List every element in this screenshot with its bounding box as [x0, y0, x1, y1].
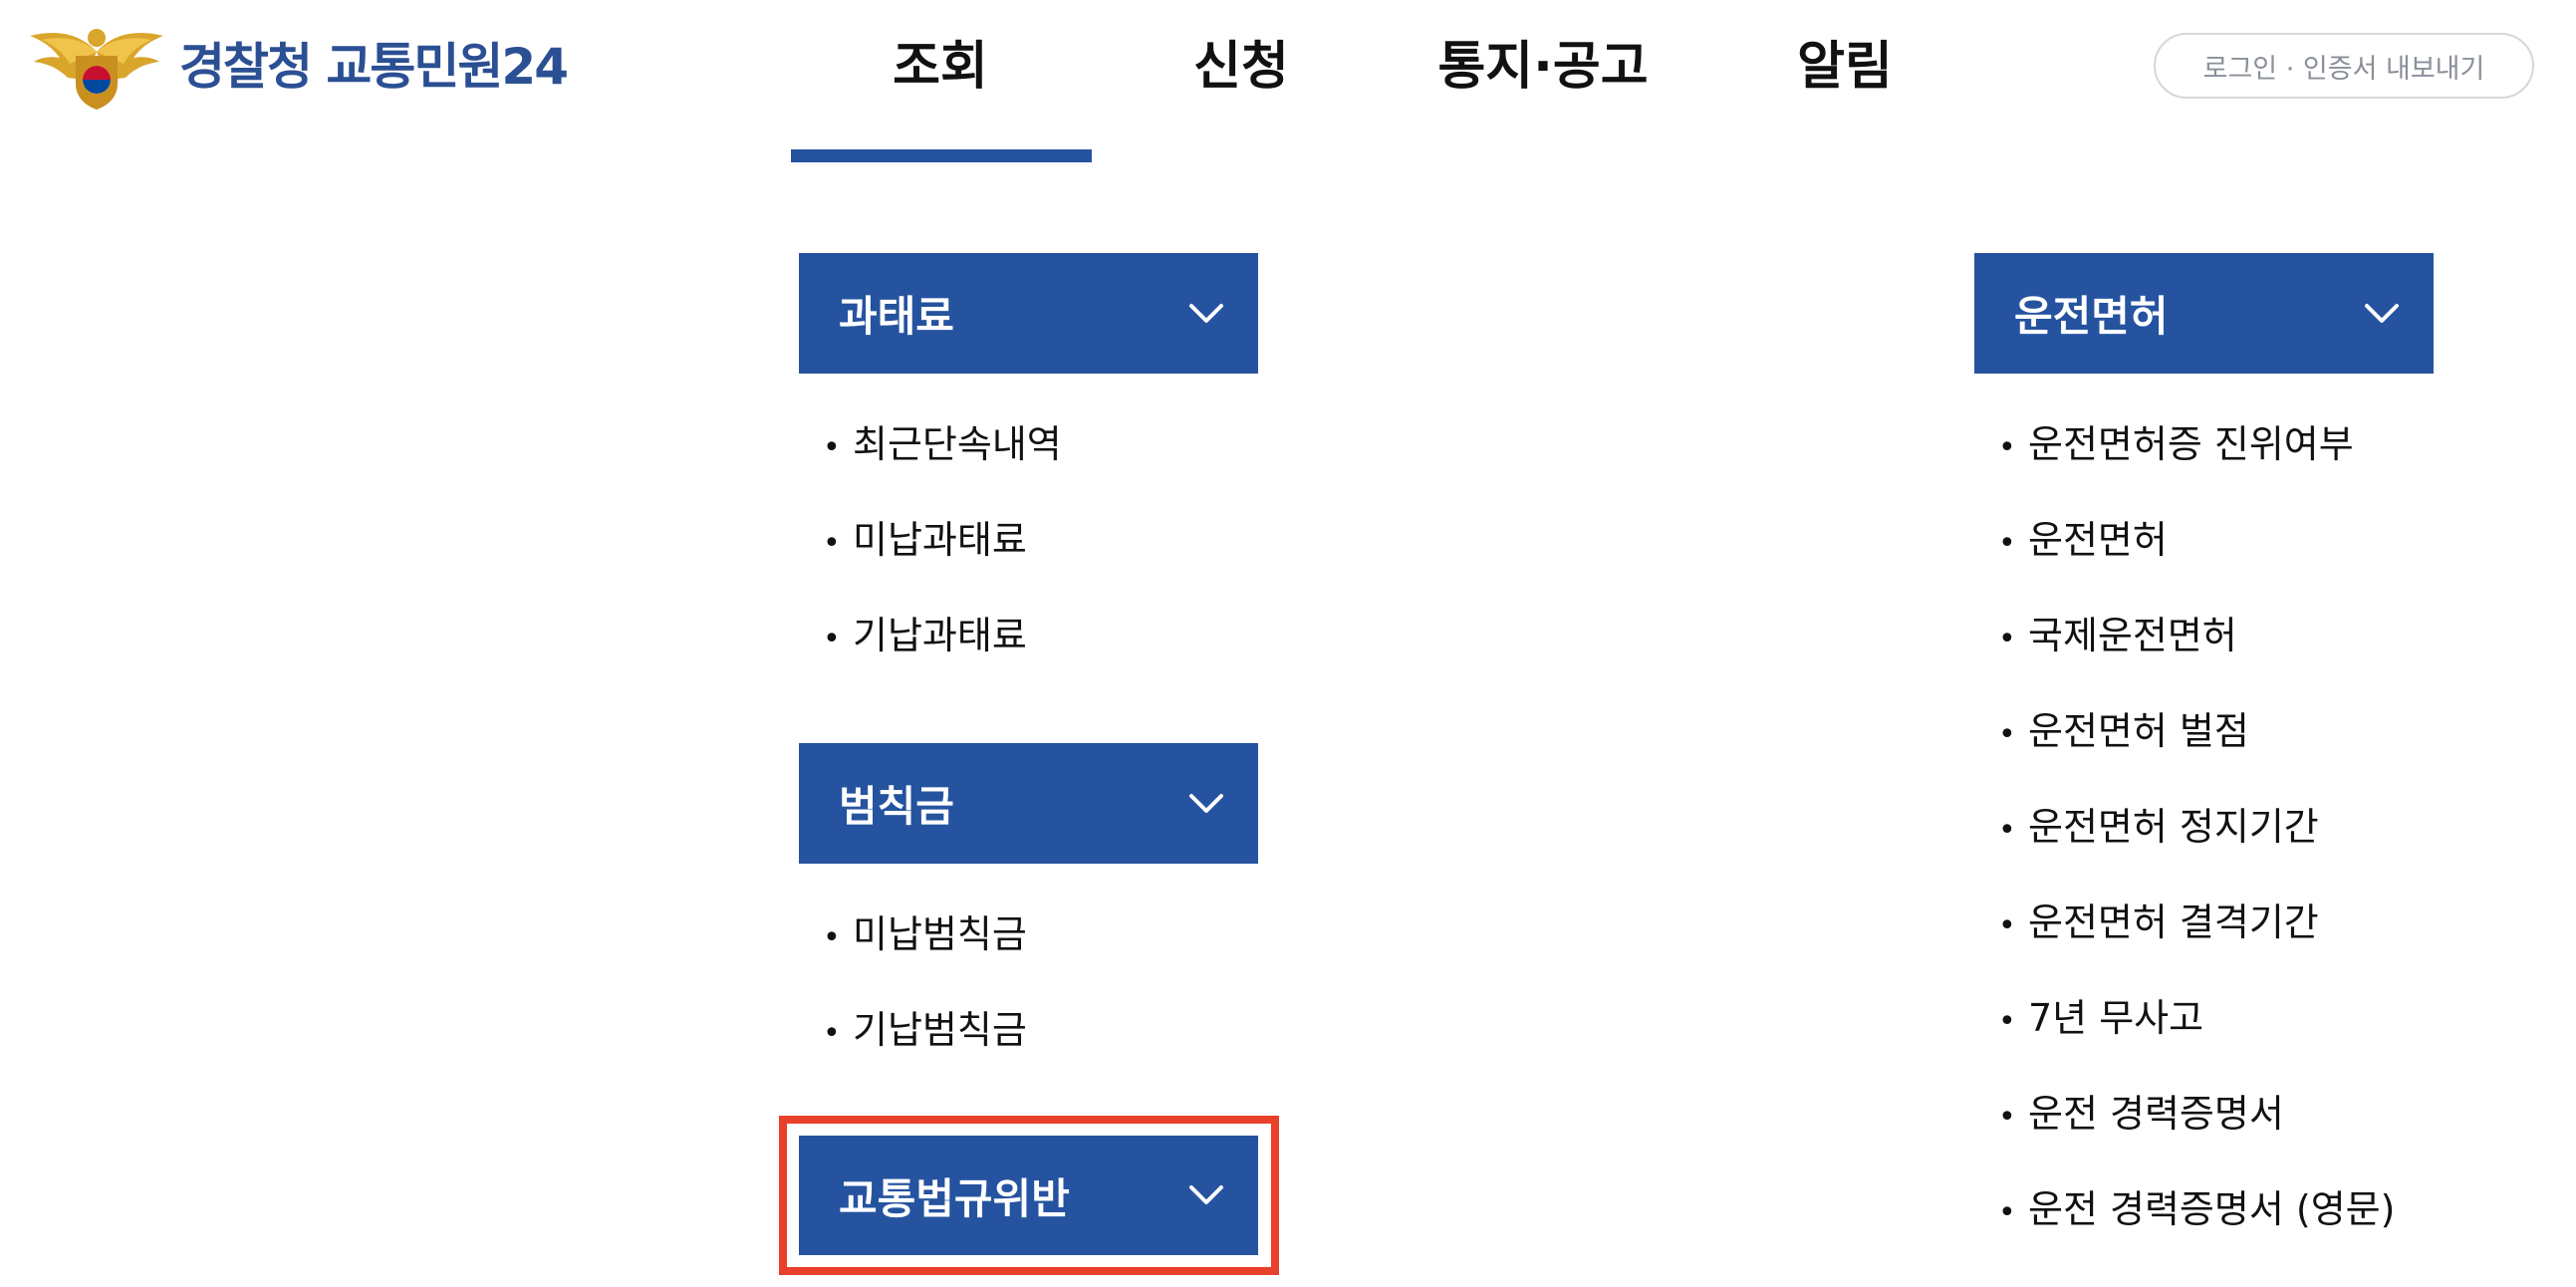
menu-header-label: 과태료 — [839, 292, 954, 341]
bullet: • — [823, 920, 841, 955]
bullet: • — [1998, 1195, 2016, 1230]
list-item-label: 운전면허 — [2028, 518, 2168, 562]
chevron-down-icon — [1189, 793, 1223, 813]
bullet: • — [1998, 430, 2016, 465]
bullet: • — [1998, 1100, 2016, 1135]
list-item[interactable]: • 운전면허 정지기간 — [1998, 779, 2395, 875]
bullet: • — [823, 622, 841, 656]
list-item[interactable]: • 국제운전면허 — [1998, 588, 2395, 683]
menu-header-label: 범칙금 — [839, 782, 954, 831]
list-item-label: 7년 무사고 — [2028, 996, 2204, 1040]
bullet: • — [1998, 717, 2016, 752]
list-item[interactable]: • 운전면허 벌점 — [1998, 683, 2395, 779]
police-emblem-icon — [30, 29, 163, 110]
menu-header-license[interactable]: 운전면허 — [1974, 253, 2434, 374]
list-item[interactable]: • 미납과태료 — [823, 492, 1062, 588]
list-item-label: 최근단속내역 — [853, 422, 1062, 466]
list-item-label: 미납과태료 — [853, 518, 1027, 562]
list-item[interactable]: • 운전 경력증명서 (영문) — [1998, 1161, 2395, 1257]
list-item-label: 운전면허 벌점 — [2028, 709, 2249, 753]
fine-submenu: • 미납범칙금 • 기납범칙금 — [823, 887, 1027, 1078]
bullet: • — [1998, 908, 2016, 943]
menu-header-traffic-violation[interactable]: 교통법규위반 — [799, 1136, 1258, 1255]
list-item-label: 운전 경력증명서 — [2028, 1092, 2284, 1136]
list-item-label: 미납범칙금 — [853, 912, 1027, 956]
tab-inquiry[interactable]: 조회 — [791, 32, 1090, 102]
logo-text: 경찰청 교통민원24 — [179, 38, 569, 96]
bullet: • — [823, 526, 841, 561]
bullet: • — [1998, 622, 2016, 656]
bullet: • — [823, 430, 841, 465]
list-item-label: 국제운전면허 — [2028, 614, 2237, 657]
list-item[interactable]: • 기납범칙금 — [823, 982, 1027, 1078]
list-item-label: 기납범칙금 — [853, 1008, 1027, 1052]
tab-application[interactable]: 신청 — [1092, 32, 1391, 102]
list-item[interactable]: • 최근단속내역 — [823, 396, 1062, 492]
list-item[interactable]: • 미납범칙금 — [823, 887, 1027, 982]
list-item-label: 운전 경력증명서 (영문) — [2028, 1187, 2396, 1231]
menu-header-penalty[interactable]: 과태료 — [799, 253, 1258, 374]
chevron-down-icon — [2365, 303, 2399, 323]
list-item-label: 운전면허 정지기간 — [2028, 805, 2319, 849]
tab-alerts[interactable]: 알림 — [1695, 32, 1994, 102]
menu-header-fine[interactable]: 범칙금 — [799, 743, 1258, 864]
bullet: • — [1998, 1004, 2016, 1039]
list-item[interactable]: • 7년 무사고 — [1998, 970, 2395, 1066]
active-tab-indicator — [791, 149, 1092, 162]
penalty-submenu: • 최근단속내역 • 미납과태료 • 기납과태료 — [823, 396, 1062, 683]
bullet: • — [1998, 813, 2016, 848]
list-item-label: 운전면허 결격기간 — [2028, 901, 2319, 944]
menu-header-label: 교통법규위반 — [839, 1173, 1070, 1223]
license-submenu: • 운전면허증 진위여부 • 운전면허 • 국제운전면허 • 운전면허 벌점 • 운전면허… — [1998, 396, 2395, 1257]
list-item[interactable]: • 운전면허 — [1998, 492, 2395, 588]
list-item[interactable]: • 운전면허 결격기간 — [1998, 875, 2395, 970]
list-item[interactable]: • 운전 경력증명서 — [1998, 1066, 2395, 1161]
bullet: • — [823, 1016, 841, 1051]
chevron-down-icon — [1189, 303, 1223, 323]
page: 경찰청 교통민원24 조회 신청 통지·공고 알림 로그인 · 인증서 내보내기… — [0, 0, 2576, 1287]
list-item-label: 운전면허증 진위여부 — [2028, 422, 2354, 466]
list-item[interactable]: • 운전면허증 진위여부 — [1998, 396, 2395, 492]
bullet: • — [1998, 526, 2016, 561]
chevron-down-icon — [1189, 1185, 1223, 1204]
menu-header-label: 운전면허 — [2014, 292, 2169, 341]
list-item-label: 기납과태료 — [853, 614, 1027, 657]
login-certificate-export-button[interactable]: 로그인 · 인증서 내보내기 — [2154, 33, 2534, 99]
tab-notice[interactable]: 통지·공고 — [1391, 32, 1695, 102]
list-item[interactable]: • 기납과태료 — [823, 588, 1062, 683]
site-logo[interactable]: 경찰청 교통민원24 — [24, 22, 569, 112]
